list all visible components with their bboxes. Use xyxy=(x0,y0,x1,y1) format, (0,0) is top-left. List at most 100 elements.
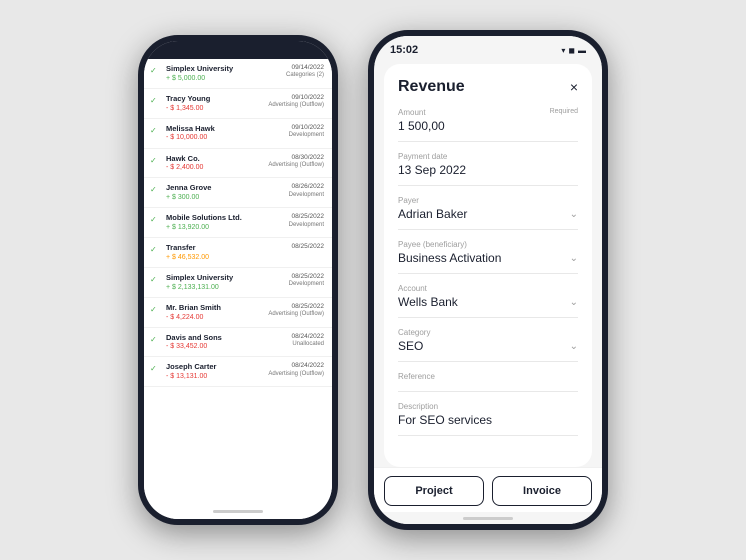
check-icon: ✓ xyxy=(150,156,162,165)
right-status-bar: 15:02 ▾ ◼ ▬ xyxy=(374,36,602,64)
check-icon: ✓ xyxy=(150,185,162,194)
tx-name: Mobile Solutions Ltd. xyxy=(166,213,285,223)
invoice-button[interactable]: Invoice xyxy=(492,476,592,506)
field-row: Adrian Baker⌄ xyxy=(398,207,578,221)
field-label: AmountRequired xyxy=(398,108,578,117)
transaction-list: ✓ Simplex University + $ 5,000.00 09/14/… xyxy=(144,59,332,503)
field-label: Description xyxy=(398,402,578,411)
tx-name: Transfer xyxy=(166,243,287,253)
tx-name: Simplex University xyxy=(166,273,285,283)
left-phone: ✓ Simplex University + $ 5,000.00 09/14/… xyxy=(138,35,338,525)
tx-category: Development xyxy=(289,132,324,140)
tx-date: 08/25/2022 xyxy=(289,213,324,221)
tx-amount: + $ 2,133,131.00 xyxy=(166,283,285,292)
tx-name: Tracy Young xyxy=(166,94,264,104)
check-icon: ✓ xyxy=(150,364,162,373)
tx-name: Mr. Brian Smith xyxy=(166,303,264,313)
required-label: Required xyxy=(550,108,578,115)
tx-info: Melissa Hawk - $ 10,000.00 xyxy=(166,124,285,143)
field-value: Business Activation xyxy=(398,251,501,265)
field-label: Payment date xyxy=(398,152,578,161)
transaction-item: ✓ Hawk Co. - $ 2,400.00 08/30/2022 Adver… xyxy=(144,149,332,179)
field-row: SEO⌄ xyxy=(398,339,578,353)
transaction-item: ✓ Melissa Hawk - $ 10,000.00 09/10/2022 … xyxy=(144,119,332,149)
tx-date: 08/25/2022 xyxy=(289,273,324,281)
tx-right: 08/25/2022 Development xyxy=(289,273,324,289)
chevron-down-icon: ⌄ xyxy=(570,253,578,264)
tx-date: 09/14/2022 xyxy=(286,64,324,72)
field-group[interactable]: Description For SEO services xyxy=(398,402,578,436)
check-icon: ✓ xyxy=(150,245,162,254)
field-group[interactable]: AmountRequired 1 500,00 xyxy=(398,108,578,142)
transaction-item: ✓ Transfer + $ 46,532.00 08/25/2022 xyxy=(144,238,332,268)
transaction-item: ✓ Jenna Grove + $ 300.00 08/26/2022 Deve… xyxy=(144,178,332,208)
check-icon: ✓ xyxy=(150,335,162,344)
home-bar xyxy=(213,510,263,513)
field-value: Adrian Baker xyxy=(398,207,467,221)
close-button[interactable]: × xyxy=(570,79,578,95)
transaction-item: ✓ Simplex University + $ 5,000.00 09/14/… xyxy=(144,59,332,89)
field-group[interactable]: Payee (beneficiary)Business Activation⌄ xyxy=(398,240,578,274)
tx-info: Hawk Co. - $ 2,400.00 xyxy=(166,154,264,173)
field-group[interactable]: Payment date 13 Sep 2022 xyxy=(398,152,578,186)
tx-amount: - $ 33,452.00 xyxy=(166,342,287,351)
field-group[interactable]: Account Wells Bank ⌄ xyxy=(398,284,578,318)
tx-amount: - $ 13,131.00 xyxy=(166,372,264,381)
tx-date: 08/24/2022 xyxy=(291,333,324,341)
tx-info: Tracy Young - $ 1,345.00 xyxy=(166,94,264,113)
tx-right: 08/26/2022 Development xyxy=(289,183,324,199)
status-time: 15:02 xyxy=(390,44,418,56)
signal-icon: ◼ xyxy=(568,46,575,55)
field-row: Business Activation ⌄ xyxy=(398,251,578,265)
tx-name: Jenna Grove xyxy=(166,183,285,193)
left-home-indicator xyxy=(144,503,332,519)
field-row: For SEO services xyxy=(398,413,578,427)
field-value: Wells Bank xyxy=(398,295,458,309)
project-button[interactable]: Project xyxy=(384,476,484,506)
field-value: 13 Sep 2022 xyxy=(398,163,466,177)
tx-right: 08/24/2022 Advertising (Outflow) xyxy=(268,362,324,378)
tx-amount: - $ 4,224.00 xyxy=(166,313,264,322)
tx-date: 08/25/2022 xyxy=(291,243,324,251)
tx-right: 08/30/2022 Advertising (Outflow) xyxy=(268,154,324,170)
tx-date: 08/25/2022 xyxy=(268,303,324,311)
transaction-item: ✓ Joseph Carter - $ 13,131.00 08/24/2022… xyxy=(144,357,332,387)
field-label: Payer xyxy=(398,196,578,205)
field-group[interactable]: CategorySEO⌄ xyxy=(398,328,578,362)
field-label: Account xyxy=(398,284,578,293)
field-group[interactable]: Payer Adrian Baker⌄ xyxy=(398,196,578,230)
battery-icon: ▬ xyxy=(578,46,586,55)
tx-category: Advertising (Outflow) xyxy=(268,311,324,319)
tx-info: Jenna Grove + $ 300.00 xyxy=(166,183,285,202)
tx-category: Advertising (Outflow) xyxy=(268,102,324,110)
tx-right: 08/24/2022 Unallocated xyxy=(291,333,324,349)
tx-right: 08/25/2022 xyxy=(291,243,324,251)
chevron-down-icon: ⌄ xyxy=(570,297,578,308)
tx-right: 08/25/2022 Advertising (Outflow) xyxy=(268,303,324,319)
check-icon: ✓ xyxy=(150,305,162,314)
tx-date: 08/30/2022 xyxy=(268,154,324,162)
tx-amount: + $ 46,532.00 xyxy=(166,253,287,262)
tx-info: Transfer + $ 46,532.00 xyxy=(166,243,287,262)
transaction-item: ✓ Davis and Sons - $ 33,452.00 08/24/202… xyxy=(144,328,332,358)
tx-right: 09/14/2022 Categories (2) xyxy=(286,64,324,80)
field-row: 1 500,00 xyxy=(398,119,578,133)
tx-right: 09/10/2022 Advertising (Outflow) xyxy=(268,94,324,110)
transaction-item: ✓ Simplex University + $ 2,133,131.00 08… xyxy=(144,268,332,298)
tx-category: Development xyxy=(289,192,324,200)
field-group[interactable]: Reference xyxy=(398,372,578,392)
wifi-icon: ▾ xyxy=(561,46,565,55)
field-row: 13 Sep 2022 xyxy=(398,163,578,177)
modal-footer: Project Invoice xyxy=(374,467,602,512)
tx-category: Unallocated xyxy=(291,341,324,349)
tx-info: Simplex University + $ 5,000.00 xyxy=(166,64,282,83)
tx-category: Development xyxy=(289,222,324,230)
tx-info: Mr. Brian Smith - $ 4,224.00 xyxy=(166,303,264,322)
right-home-indicator xyxy=(374,512,602,524)
left-status-bar xyxy=(144,41,332,59)
revenue-modal: Revenue × AmountRequired1 500,00Payment … xyxy=(384,64,592,467)
tx-name: Hawk Co. xyxy=(166,154,264,164)
field-label: Reference xyxy=(398,372,578,381)
transaction-item: ✓ Mr. Brian Smith - $ 4,224.00 08/25/202… xyxy=(144,298,332,328)
tx-category: Development xyxy=(289,281,324,289)
